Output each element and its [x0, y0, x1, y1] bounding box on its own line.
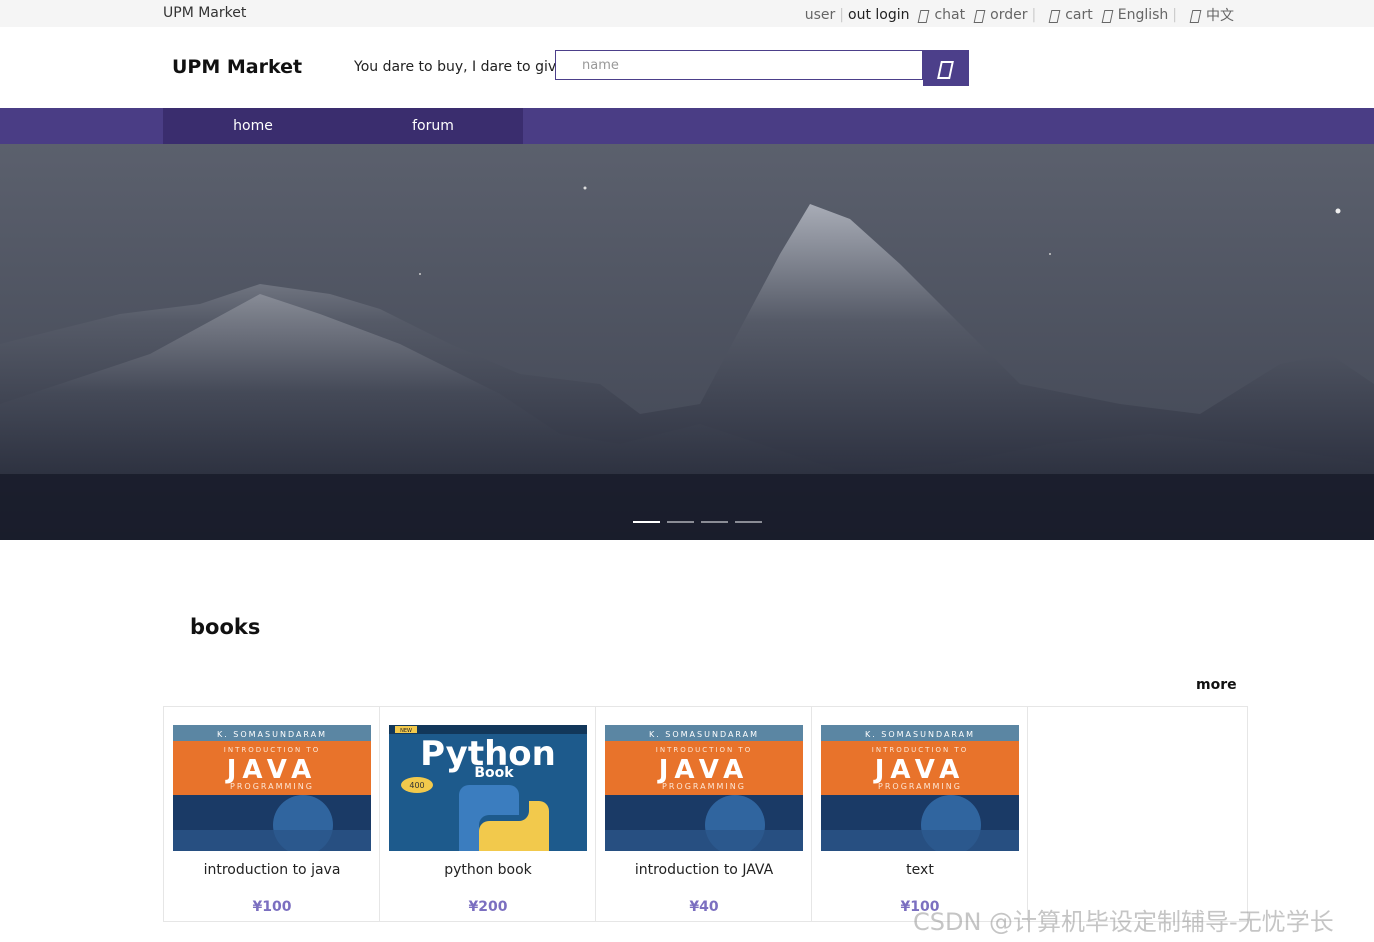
book-price: ¥100	[252, 899, 292, 915]
user-link[interactable]: user	[805, 7, 836, 23]
book-name[interactable]: text	[812, 862, 1028, 878]
order-link[interactable]: order	[990, 7, 1027, 23]
java-book-cover: K. SOMASUNDARAM INTRODUCTION TO JAVA PRO…	[821, 725, 1019, 851]
top-links: user | out login chat order | cart Engli…	[805, 5, 1234, 25]
carousel-dots	[633, 521, 762, 523]
language-icon	[1189, 9, 1202, 23]
svg-text:K. SOMASUNDARAM: K. SOMASUNDARAM	[649, 730, 759, 739]
section-title: books	[190, 615, 261, 639]
nav-item-home[interactable]: home	[163, 108, 343, 144]
book-price: ¥40	[689, 899, 719, 915]
divider: |	[839, 7, 844, 23]
svg-text:Book: Book	[474, 765, 514, 781]
divider: |	[1172, 7, 1177, 23]
language-icon	[1101, 9, 1114, 23]
svg-text:400: 400	[409, 781, 424, 790]
cart-icon	[1048, 9, 1061, 23]
svg-text:JAVA: JAVA	[225, 755, 318, 785]
book-grid: K. SOMASUNDARAM INTRODUCTION TO JAVA PRO…	[163, 706, 1248, 922]
book-card[interactable]: K. SOMASUNDARAM INTRODUCTION TO JAVA PRO…	[164, 707, 380, 921]
book-price: ¥200	[468, 899, 508, 915]
chat-link[interactable]: chat	[934, 7, 965, 23]
search-button[interactable]	[923, 50, 969, 86]
svg-text:JAVA: JAVA	[873, 755, 966, 785]
svg-text:K. SOMASUNDARAM: K. SOMASUNDARAM	[217, 730, 327, 739]
svg-text:JAVA: JAVA	[657, 755, 750, 785]
chinese-link[interactable]: 中文	[1206, 5, 1234, 25]
java-book-cover: K. SOMASUNDARAM INTRODUCTION TO JAVA PRO…	[173, 725, 371, 851]
order-icon	[973, 9, 986, 23]
slogan: You dare to buy, I dare to give!	[354, 59, 571, 75]
svg-text:INTRODUCTION TO: INTRODUCTION TO	[224, 746, 320, 754]
svg-text:PROGRAMMING: PROGRAMMING	[878, 782, 962, 791]
svg-text:NEW: NEW	[400, 728, 412, 734]
more-link[interactable]: more	[1196, 677, 1237, 693]
svg-text:PROGRAMMING: PROGRAMMING	[662, 782, 746, 791]
book-card[interactable]: K. SOMASUNDARAM INTRODUCTION TO JAVA PRO…	[812, 707, 1028, 921]
python-book-cover: NEW Python Book 400	[389, 725, 587, 851]
logo[interactable]: UPM Market	[172, 56, 302, 78]
svg-text:INTRODUCTION TO: INTRODUCTION TO	[872, 746, 968, 754]
logout-link[interactable]: out login	[848, 7, 909, 23]
mountain-image	[0, 144, 1374, 540]
java-book-cover: K. SOMASUNDARAM INTRODUCTION TO JAVA PRO…	[605, 725, 803, 851]
carousel-dot[interactable]	[735, 521, 762, 523]
divider: |	[1031, 7, 1037, 23]
carousel-dot[interactable]	[701, 521, 728, 523]
carousel-dot[interactable]	[633, 521, 660, 523]
book-card[interactable]: K. SOMASUNDARAM INTRODUCTION TO JAVA PRO…	[596, 707, 812, 921]
main-nav: home forum	[0, 108, 1374, 144]
nav-menu: home forum	[163, 108, 523, 144]
banner-carousel[interactable]	[0, 144, 1374, 540]
site-name: UPM Market	[163, 5, 247, 21]
carousel-dot[interactable]	[667, 521, 694, 523]
svg-text:PROGRAMMING: PROGRAMMING	[230, 782, 314, 791]
chat-icon	[918, 9, 930, 23]
english-link[interactable]: English	[1118, 7, 1169, 23]
svg-text:K. SOMASUNDARAM: K. SOMASUNDARAM	[865, 730, 975, 739]
book-name[interactable]: python book	[380, 862, 596, 878]
search-icon	[937, 61, 954, 79]
top-bar: UPM Market user | out login chat order |…	[0, 0, 1374, 27]
search-input[interactable]	[555, 50, 923, 80]
nav-item-forum[interactable]: forum	[343, 108, 523, 144]
header: UPM Market You dare to buy, I dare to gi…	[0, 27, 1374, 108]
cart-link[interactable]: cart	[1065, 7, 1093, 23]
book-card[interactable]: NEW Python Book 400 python book ¥200	[380, 707, 596, 921]
svg-text:INTRODUCTION TO: INTRODUCTION TO	[656, 746, 752, 754]
watermark: CSDN @计算机毕设定制辅导-无忧学长	[913, 908, 1334, 936]
book-name[interactable]: introduction to JAVA	[596, 862, 812, 878]
book-name[interactable]: introduction to java	[164, 862, 380, 878]
